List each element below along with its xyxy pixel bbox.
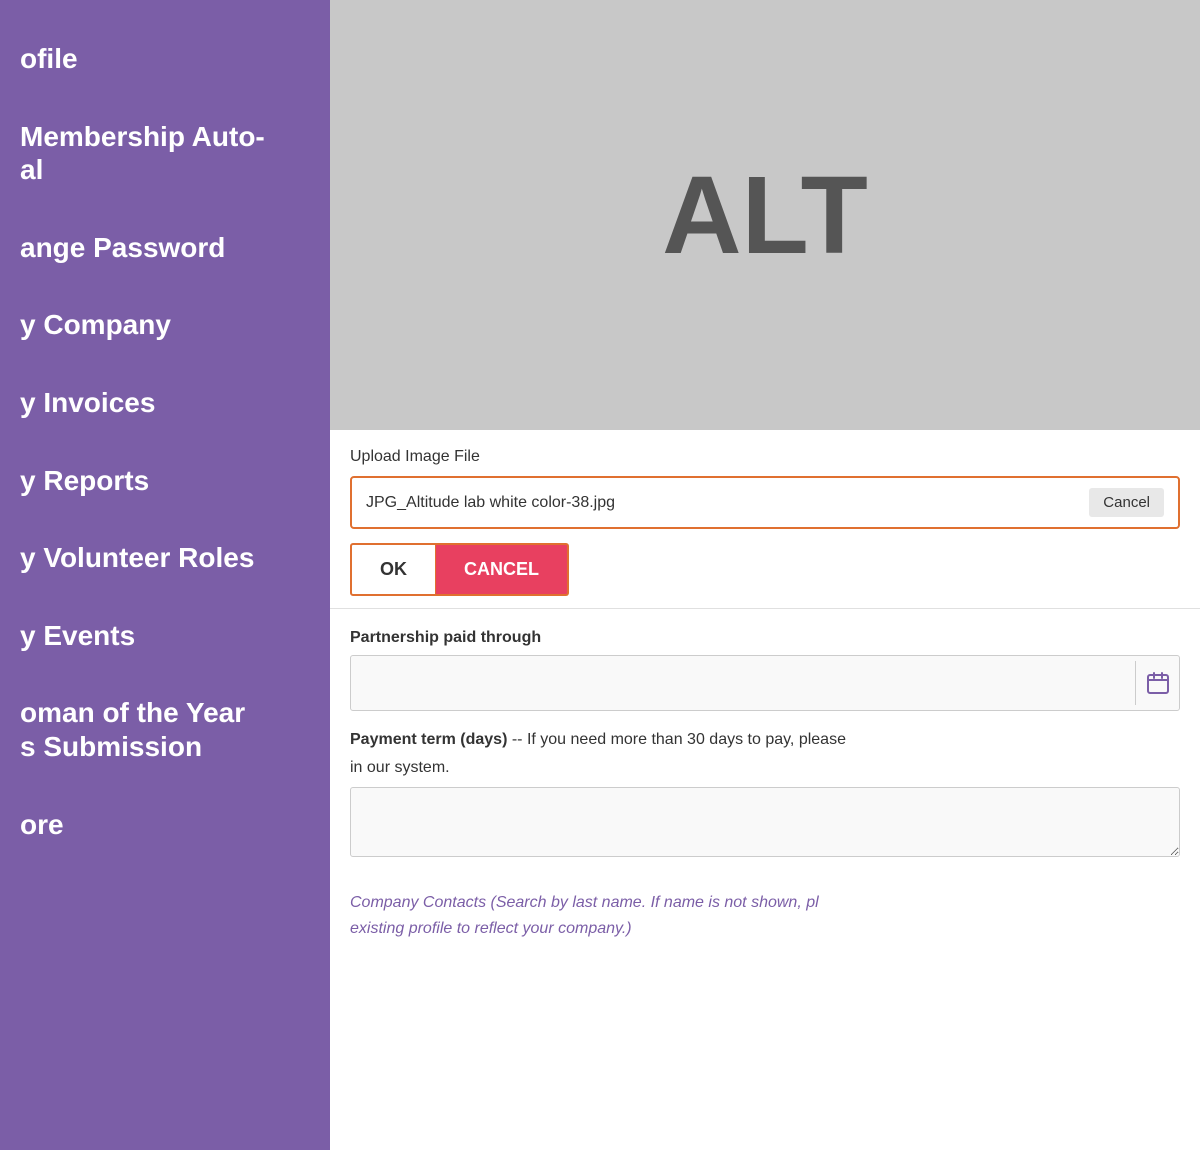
- image-placeholder: ALT: [330, 0, 1200, 430]
- sidebar-item-invoices[interactable]: y Invoices: [0, 364, 330, 442]
- action-buttons: OK CANCEL: [350, 543, 1180, 596]
- main-content: ALT Upload Image File JPG_Altitude lab w…: [330, 0, 1200, 1150]
- company-contacts-label: Company Contacts (Search by last name. I…: [350, 894, 1180, 938]
- partnership-paid-label: Partnership paid through: [350, 629, 1180, 647]
- sidebar-item-events[interactable]: y Events: [0, 597, 330, 675]
- sidebar-item-reports[interactable]: y Reports: [0, 442, 330, 520]
- cancel-button[interactable]: CANCEL: [436, 543, 569, 596]
- partnership-paid-input-row: [350, 655, 1180, 711]
- upload-section: Upload Image File JPG_Altitude lab white…: [330, 430, 1200, 609]
- payment-term-input[interactable]: [350, 787, 1180, 857]
- partnership-paid-input[interactable]: [351, 675, 1135, 692]
- upload-label: Upload Image File: [350, 448, 1180, 466]
- form-area: Partnership paid through Payment term (d…: [330, 609, 1200, 1150]
- sidebar-item-volunteer-roles[interactable]: y Volunteer Roles: [0, 519, 330, 597]
- sidebar-item-more[interactable]: ore: [0, 786, 330, 864]
- upload-file-row: JPG_Altitude lab white color-38.jpg Canc…: [350, 476, 1180, 529]
- payment-term-desc2: in our system.: [350, 759, 1180, 777]
- sidebar-item-change-password[interactable]: ange Password: [0, 209, 330, 287]
- upload-filename: JPG_Altitude lab white color-38.jpg: [366, 494, 1089, 512]
- ok-button[interactable]: OK: [350, 543, 436, 596]
- sidebar-item-company[interactable]: y Company: [0, 286, 330, 364]
- sidebar-item-profile[interactable]: ofile: [0, 20, 330, 98]
- sidebar: ofile Membership Auto- al ange Password …: [0, 0, 330, 1150]
- payment-term-label: Payment term (days) -- If you need more …: [350, 731, 1180, 749]
- alt-text: ALT: [662, 152, 868, 279]
- calendar-icon[interactable]: [1135, 661, 1179, 705]
- sidebar-item-woman-of-year[interactable]: oman of the Year s Submission: [0, 674, 330, 785]
- file-cancel-button[interactable]: Cancel: [1089, 488, 1164, 517]
- sidebar-item-membership-auto[interactable]: Membership Auto- al: [0, 98, 330, 209]
